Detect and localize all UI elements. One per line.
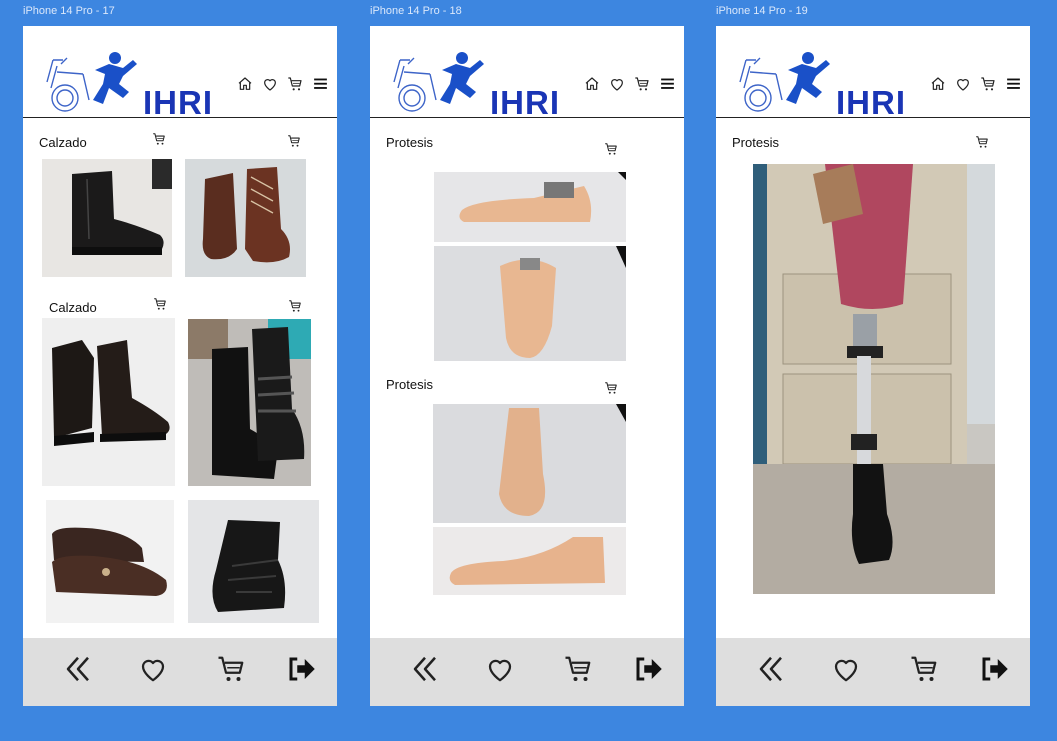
section-title: Protesis [386,135,433,150]
brand-name: IHRI [490,84,560,121]
cart-icon[interactable] [563,654,593,684]
add-to-cart-icon[interactable] [287,134,301,148]
product-image-black-strap-boot[interactable] [188,319,311,486]
add-to-cart-icon[interactable] [975,135,989,149]
logout-icon[interactable] [979,654,1009,684]
section-title: Calzado [49,300,97,315]
section-title: Protesis [386,377,433,392]
product-image-prosthetic-foot-side-2[interactable] [433,527,626,595]
heart-icon[interactable] [831,654,861,684]
section-title: Calzado [39,135,87,150]
double-chevron-left-icon[interactable] [410,654,440,684]
add-to-cart-icon[interactable] [604,142,618,156]
brand-name: IHRI [836,84,906,121]
app-header: IHRI [370,26,684,121]
ihri-logo[interactable]: IHRI [390,48,559,121]
product-image-prosthetic-foot-side[interactable] [434,172,626,242]
ihri-logo[interactable]: IHRI [736,48,905,121]
product-image-prosthetic-foot-top[interactable] [434,246,626,361]
product-image-brown-lace-up-boot[interactable] [185,159,306,277]
product-image-black-orthopedic-bootie[interactable] [188,500,319,623]
add-to-cart-icon[interactable] [152,132,166,146]
ihri-logo[interactable]: IHRI [43,48,212,121]
cart-icon[interactable] [634,76,650,92]
menu-icon[interactable] [659,75,676,92]
frame-label: iPhone 14 Pro - 19 [716,5,808,17]
double-chevron-left-icon[interactable] [756,654,786,684]
add-to-cart-icon[interactable] [153,297,167,311]
cart-icon[interactable] [216,654,246,684]
bottom-nav [716,638,1030,706]
home-icon[interactable] [584,76,600,92]
app-header: IHRI [716,26,1030,121]
add-to-cart-icon[interactable] [288,299,302,313]
double-chevron-left-icon[interactable] [63,654,93,684]
product-image-leg-prosthesis-with-shoe[interactable] [753,164,995,594]
logout-icon[interactable] [286,654,316,684]
add-to-cart-icon[interactable] [604,381,618,395]
phone-frame-17: IHRI Calzado Calzado [23,26,337,706]
phone-frame-19: IHRI Protesis [716,26,1030,706]
bottom-nav [370,638,684,706]
home-icon[interactable] [930,76,946,92]
product-image-prosthetic-foot-top-2[interactable] [433,404,626,523]
cart-icon[interactable] [980,76,996,92]
cart-icon[interactable] [909,654,939,684]
menu-icon[interactable] [312,75,329,92]
menu-icon[interactable] [1005,75,1022,92]
heart-icon[interactable] [262,76,278,92]
brand-name: IHRI [143,84,213,121]
heart-icon[interactable] [138,654,168,684]
heart-icon[interactable] [955,76,971,92]
heart-icon[interactable] [485,654,515,684]
app-header: IHRI [23,26,337,121]
product-image-black-zip-boot[interactable] [42,318,175,486]
phone-frame-18: IHRI Protesis Protesis [370,26,684,706]
product-image-brown-mary-jane-shoe[interactable] [46,500,174,623]
cart-icon[interactable] [287,76,303,92]
bottom-nav [23,638,337,706]
logout-icon[interactable] [633,654,663,684]
section-title: Protesis [732,135,779,150]
home-icon[interactable] [237,76,253,92]
heart-icon[interactable] [609,76,625,92]
product-image-black-ankle-boot[interactable] [42,159,172,277]
frame-label: iPhone 14 Pro - 18 [370,5,462,17]
frame-label: iPhone 14 Pro - 17 [23,5,115,17]
